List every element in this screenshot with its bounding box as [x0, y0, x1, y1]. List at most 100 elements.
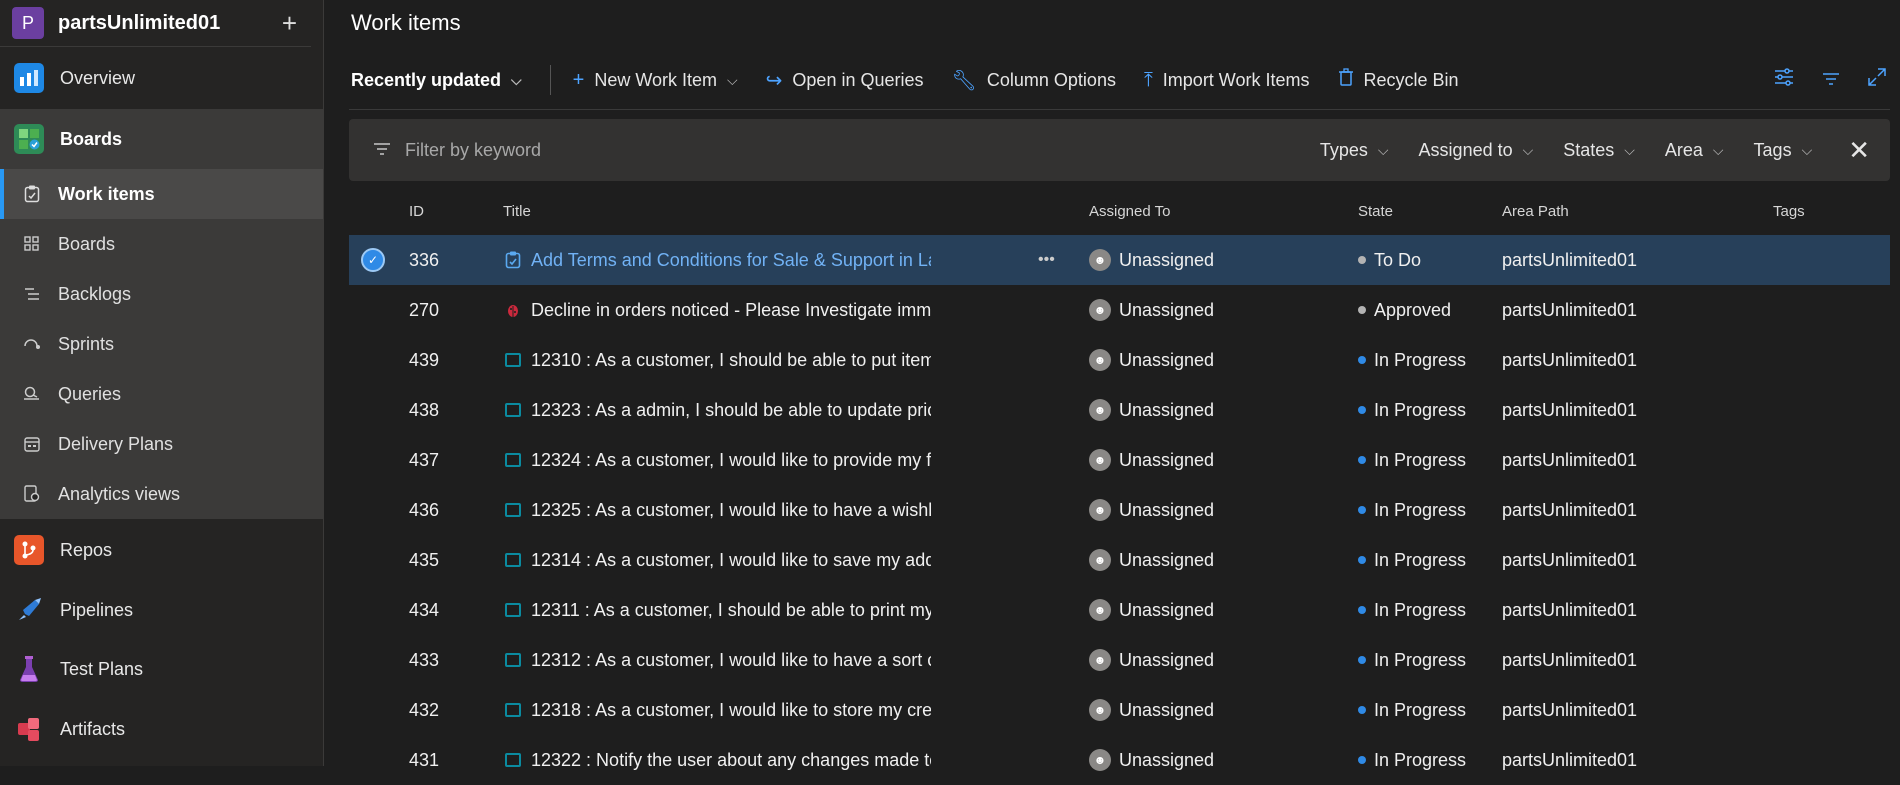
nav-test-plans[interactable]: Test Plans	[0, 639, 323, 699]
column-header-area-path[interactable]: Area Path	[1502, 203, 1569, 220]
work-item-id: 336	[409, 249, 440, 270]
nav-analytics-views[interactable]: Analytics views	[0, 469, 323, 519]
chevron-down-icon: ⌵	[1624, 141, 1635, 158]
recycle-bin-button[interactable]: Recycle Bin	[1338, 68, 1459, 92]
table-row[interactable]: 437 12324 : As a customer, I would like t…	[349, 435, 1890, 485]
state-dot	[1358, 406, 1366, 414]
keyword-filter-input[interactable]	[403, 138, 1320, 162]
project-name[interactable]: partsUnlimited01	[58, 12, 282, 35]
import-work-items-button[interactable]: ⤒ Import Work Items	[1144, 69, 1310, 92]
filter-toggle-icon[interactable]	[1822, 69, 1840, 92]
nav-boards-label: Boards	[60, 128, 123, 149]
work-item-title-link[interactable]: Add Terms and Conditions for Sale & Supp…	[531, 235, 931, 285]
state-dot	[1358, 456, 1366, 464]
nav-work-items[interactable]: Work items	[0, 169, 323, 219]
row-selected-checkbox[interactable]: ✓	[361, 235, 385, 285]
table-row[interactable]: 438 12323 : As a admin, I should be able …	[349, 385, 1890, 435]
column-header-tags[interactable]: Tags	[1773, 203, 1805, 220]
recycle-bin-label: Recycle Bin	[1363, 69, 1459, 90]
states-dropdown[interactable]: States ⌵	[1563, 140, 1635, 161]
area-dropdown[interactable]: Area ⌵	[1665, 140, 1724, 161]
table-row[interactable]: 439 12310 : As a customer, I should be ab…	[349, 335, 1890, 385]
work-item-title-link[interactable]: 12310 : As a customer, I should be able …	[531, 335, 931, 385]
assigned-to-value: Unassigned	[1119, 249, 1215, 270]
work-item-title-link[interactable]: 12322 : Notify the user about any change…	[531, 735, 931, 785]
state-value: Approved	[1374, 299, 1452, 320]
nav-queries[interactable]: Queries	[0, 369, 323, 419]
new-work-item-label: New Work Item	[594, 69, 718, 90]
column-header-title[interactable]: Title	[503, 203, 531, 220]
work-item-title-link[interactable]: 12312 : As a customer, I would like to h…	[531, 635, 931, 685]
main-content: Work items Recently updated ⌵ + New Work…	[325, 0, 1900, 771]
story-type-icon	[503, 735, 523, 785]
open-in-queries-label: Open in Queries	[792, 69, 924, 90]
toolbar-right-actions	[1746, 60, 1886, 100]
nav-backlogs[interactable]: Backlogs	[0, 269, 323, 319]
column-header-id[interactable]: ID	[409, 203, 424, 220]
story-type-icon	[503, 435, 523, 485]
table-row[interactable]: 435 12314 : As a customer, I would like t…	[349, 535, 1890, 585]
nav-pipelines-label: Pipelines	[60, 599, 134, 620]
table-row[interactable]: 434 12311 : As a customer, I should be ab…	[349, 585, 1890, 635]
unassigned-avatar-icon: ☻	[1089, 449, 1111, 471]
close-icon[interactable]: ✕	[1848, 135, 1870, 166]
state-cell: In Progress	[1358, 635, 1466, 685]
assigned-to-dropdown[interactable]: Assigned to ⌵	[1419, 140, 1534, 161]
table-row[interactable]: 432 12318 : As a customer, I would like t…	[349, 685, 1890, 735]
state-value: In Progress	[1374, 499, 1467, 520]
assigned-to-value: Unassigned	[1119, 599, 1215, 620]
toolbar-divider	[549, 65, 551, 95]
state-cell: Approved	[1358, 285, 1451, 335]
nav-delivery-plans[interactable]: Delivery Plans	[0, 419, 323, 469]
column-header-assigned-to[interactable]: Assigned To	[1089, 203, 1170, 220]
fullscreen-icon[interactable]	[1868, 68, 1886, 92]
kanban-icon	[22, 236, 42, 252]
state-value: In Progress	[1374, 699, 1467, 720]
add-icon[interactable]: +	[282, 10, 297, 36]
work-item-title-link[interactable]: 12325 : As a customer, I would like to h…	[531, 485, 931, 535]
new-work-item-button[interactable]: + New Work Item ⌵	[573, 69, 738, 92]
work-item-id: 439	[409, 349, 440, 370]
artifacts-icon	[14, 714, 44, 744]
types-dropdown[interactable]: Types ⌵	[1320, 140, 1389, 161]
import-work-items-label: Import Work Items	[1162, 69, 1310, 90]
table-row[interactable]: 431 12322 : Notify the user about any cha…	[349, 735, 1890, 785]
work-item-title-link[interactable]: 12314 : As a customer, I would like to s…	[531, 535, 931, 585]
filter-icon	[373, 140, 391, 161]
nav-sprints[interactable]: Sprints	[0, 319, 323, 369]
work-item-id: 433	[409, 649, 440, 670]
work-item-title-link[interactable]: 12311 : As a customer, I should be able …	[531, 585, 931, 635]
unassigned-avatar-icon: ☻	[1089, 549, 1111, 571]
nav-repos[interactable]: Repos	[0, 519, 323, 581]
work-item-title-link[interactable]: 12324 : As a customer, I would like to p…	[531, 435, 931, 485]
view-selector[interactable]: Recently updated ⌵	[351, 70, 522, 91]
area-path-value: partsUnlimited01	[1502, 249, 1638, 270]
assigned-to-cell: ☻ Unassigned	[1089, 235, 1214, 285]
work-item-title-link[interactable]: 12323 : As a admin, I should be able to …	[531, 385, 931, 435]
column-header-state[interactable]: State	[1358, 203, 1393, 220]
area-path-value: partsUnlimited01	[1502, 599, 1638, 620]
open-in-queries-button[interactable]: ↪ Open in Queries	[766, 68, 924, 93]
more-actions-icon[interactable]: •••	[1038, 235, 1055, 285]
view-options-icon[interactable]	[1774, 68, 1794, 92]
table-row[interactable]: ✓ 336 Add Terms and Conditions for Sale & …	[349, 235, 1890, 285]
nav-overview[interactable]: Overview	[0, 47, 323, 109]
table-row[interactable]: 433 12312 : As a customer, I would like t…	[349, 635, 1890, 685]
nav-boards[interactable]: Boards	[0, 109, 323, 169]
plus-icon: +	[572, 68, 585, 91]
tags-dropdown[interactable]: Tags ⌵	[1754, 140, 1813, 161]
area-path-value: partsUnlimited01	[1502, 499, 1638, 520]
area-label: Area	[1664, 139, 1703, 160]
nav-sub-boards[interactable]: Boards	[0, 219, 323, 269]
column-options-button[interactable]: 🔧︎ Column Options	[952, 68, 1116, 93]
nav-artifacts[interactable]: Artifacts	[0, 699, 323, 759]
work-item-title-link[interactable]: Decline in orders noticed - Please Inves…	[531, 285, 931, 335]
project-header[interactable]: P partsUnlimited01 +	[0, 0, 311, 47]
assigned-to-cell: ☻ Unassigned	[1089, 635, 1214, 685]
assigned-to-value: Unassigned	[1119, 449, 1215, 470]
work-item-title-link[interactable]: 12318 : As a customer, I would like to s…	[531, 685, 931, 735]
nav-analytics-views-label: Analytics views	[58, 483, 181, 504]
nav-pipelines[interactable]: Pipelines	[0, 581, 323, 639]
table-row[interactable]: 436 12325 : As a customer, I would like t…	[349, 485, 1890, 535]
table-row[interactable]: 270 Decline in orders noticed - Please In…	[349, 285, 1890, 335]
